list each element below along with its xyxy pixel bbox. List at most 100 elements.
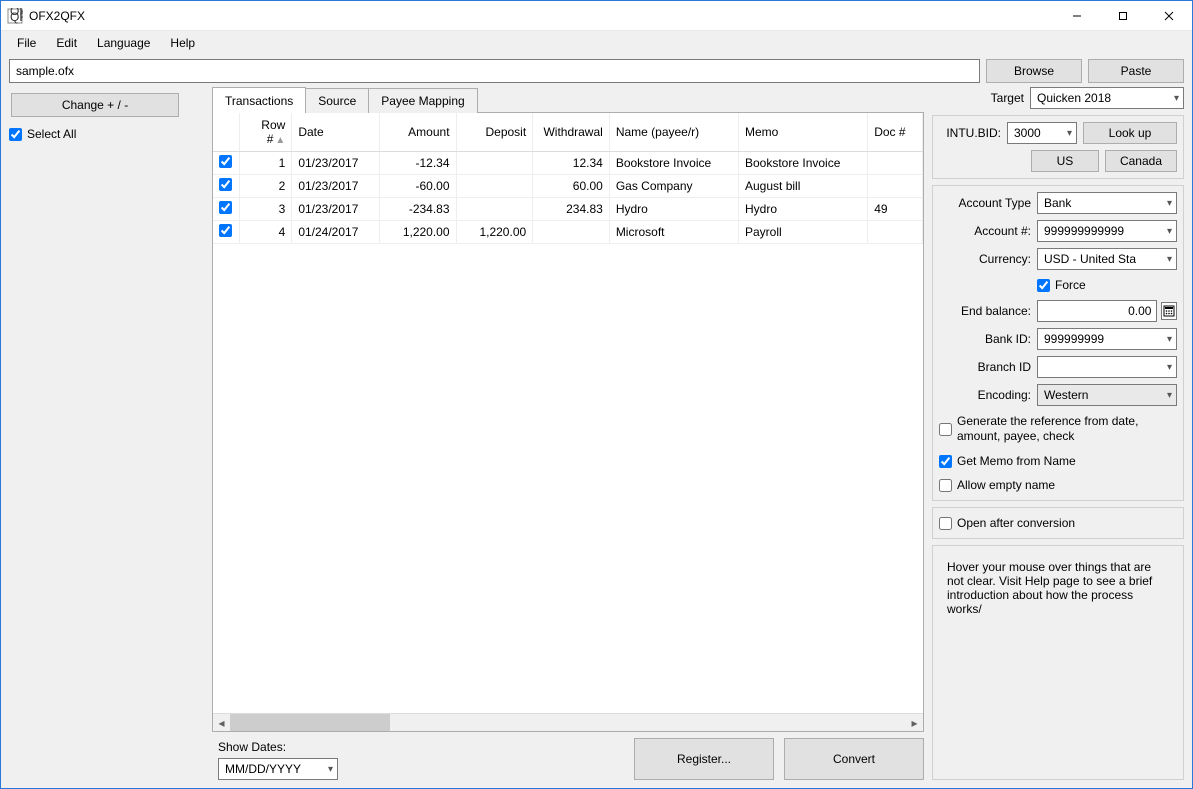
- svg-text:QFX: QFX: [10, 10, 23, 24]
- force-label: Force: [1055, 278, 1086, 292]
- cell-date: 01/24/2017: [292, 221, 380, 244]
- open-after-checkbox[interactable]: [939, 517, 952, 530]
- sort-asc-icon: ▲: [275, 135, 285, 146]
- cell-name: Bookstore Invoice: [609, 152, 738, 175]
- table-row[interactable]: 401/24/20171,220.001,220.00MicrosoftPayr…: [213, 221, 923, 244]
- cell-memo: Payroll: [739, 221, 868, 244]
- menu-file[interactable]: File: [7, 33, 46, 53]
- intu-bid-label: INTU.BID:: [939, 126, 1001, 140]
- cell-row: 2: [239, 175, 292, 198]
- browse-button[interactable]: Browse: [986, 59, 1082, 83]
- cell-name: Hydro: [609, 198, 738, 221]
- cell-date: 01/23/2017: [292, 152, 380, 175]
- tab-transactions[interactable]: Transactions: [212, 87, 306, 113]
- scroll-thumb[interactable]: [230, 714, 390, 731]
- get-memo-checkbox[interactable]: [939, 455, 952, 468]
- calculator-icon[interactable]: [1161, 302, 1177, 320]
- select-all-checkbox[interactable]: [9, 128, 22, 141]
- cell-date: 01/23/2017: [292, 198, 380, 221]
- menubar: File Edit Language Help: [1, 31, 1192, 54]
- account-type-label: Account Type: [939, 196, 1031, 210]
- branch-id-label: Branch ID: [939, 360, 1031, 374]
- row-checkbox[interactable]: [219, 178, 232, 191]
- maximize-button[interactable]: [1100, 1, 1146, 30]
- account-type-combo[interactable]: Bank▾: [1037, 192, 1177, 214]
- col-memo[interactable]: Memo: [739, 113, 868, 152]
- row-checkbox[interactable]: [219, 224, 232, 237]
- chevron-down-icon: ▾: [1167, 334, 1172, 345]
- col-name[interactable]: Name (payee/r): [609, 113, 738, 152]
- account-num-combo[interactable]: 999999999999▾: [1037, 220, 1177, 242]
- end-balance-input[interactable]: [1037, 300, 1157, 322]
- col-amount[interactable]: Amount: [379, 113, 456, 152]
- menu-language[interactable]: Language: [87, 33, 160, 53]
- col-date[interactable]: Date: [292, 113, 380, 152]
- chevron-down-icon: ▾: [328, 764, 333, 775]
- scroll-left-icon[interactable]: ◂: [213, 714, 230, 731]
- us-button[interactable]: US: [1031, 150, 1099, 172]
- convert-button[interactable]: Convert: [784, 738, 924, 780]
- currency-label: Currency:: [939, 252, 1031, 266]
- force-checkbox[interactable]: [1037, 279, 1050, 292]
- titlebar: OFXQFX OFX2QFX: [1, 1, 1192, 31]
- menu-edit[interactable]: Edit: [46, 33, 87, 53]
- cell-withdrawal: 60.00: [533, 175, 610, 198]
- register-button[interactable]: Register...: [634, 738, 774, 780]
- col-withdrawal[interactable]: Withdrawal: [533, 113, 610, 152]
- cell-memo: Hydro: [739, 198, 868, 221]
- chevron-down-icon: ▾: [1167, 198, 1172, 209]
- transactions-table: Row #▲ Date Amount Deposit Withdrawal Na…: [213, 113, 923, 244]
- row-checkbox[interactable]: [219, 201, 232, 214]
- lookup-button[interactable]: Look up: [1083, 122, 1177, 144]
- intu-panel: INTU.BID: 3000▾ Look up US Canada: [932, 115, 1184, 179]
- close-button[interactable]: [1146, 1, 1192, 30]
- cell-doc: [868, 221, 923, 244]
- change-sign-button[interactable]: Change + / -: [11, 93, 179, 117]
- col-row[interactable]: Row #▲: [239, 113, 292, 152]
- paste-button[interactable]: Paste: [1088, 59, 1184, 83]
- table-row[interactable]: 101/23/2017-12.3412.34Bookstore InvoiceB…: [213, 152, 923, 175]
- minimize-button[interactable]: [1054, 1, 1100, 30]
- scroll-right-icon[interactable]: ▸: [906, 714, 923, 731]
- gen-ref-checkbox[interactable]: [939, 423, 952, 436]
- cell-withdrawal: 234.83: [533, 198, 610, 221]
- open-after-panel: Open after conversion: [932, 507, 1184, 539]
- cell-memo: Bookstore Invoice: [739, 152, 868, 175]
- cell-deposit: [456, 175, 533, 198]
- currency-combo[interactable]: USD - United Sta▾: [1037, 248, 1177, 270]
- menu-help[interactable]: Help: [160, 33, 205, 53]
- chevron-down-icon: ▾: [1067, 128, 1072, 139]
- tabs: Transactions Source Payee Mapping: [212, 87, 924, 113]
- tab-payee-mapping[interactable]: Payee Mapping: [368, 88, 477, 113]
- col-check[interactable]: [213, 113, 239, 152]
- cell-doc: 49: [868, 198, 923, 221]
- branch-id-combo[interactable]: ▾: [1037, 356, 1177, 378]
- col-deposit[interactable]: Deposit: [456, 113, 533, 152]
- canada-button[interactable]: Canada: [1105, 150, 1177, 172]
- row-checkbox[interactable]: [219, 155, 232, 168]
- encoding-combo[interactable]: Western▾: [1037, 384, 1177, 406]
- bank-id-combo[interactable]: 999999999▾: [1037, 328, 1177, 350]
- target-combo[interactable]: Quicken 2018▾: [1030, 87, 1184, 109]
- bank-id-label: Bank ID:: [939, 332, 1031, 346]
- col-doc[interactable]: Doc #: [868, 113, 923, 152]
- intu-bid-combo[interactable]: 3000▾: [1007, 122, 1077, 144]
- table-row[interactable]: 301/23/2017-234.83234.83HydroHydro49: [213, 198, 923, 221]
- cell-amount: 1,220.00: [379, 221, 456, 244]
- table-row[interactable]: 201/23/2017-60.0060.00Gas CompanyAugust …: [213, 175, 923, 198]
- show-dates-label: Show Dates:: [218, 740, 338, 754]
- encoding-label: Encoding:: [939, 388, 1031, 402]
- get-memo-label: Get Memo from Name: [957, 454, 1076, 468]
- tab-content: Row #▲ Date Amount Deposit Withdrawal Na…: [212, 112, 924, 732]
- cell-deposit: [456, 152, 533, 175]
- center-pane: Transactions Source Payee Mapping Row #▲…: [212, 87, 924, 780]
- show-dates-combo[interactable]: MM/DD/YYYY ▾: [218, 758, 338, 780]
- cell-withdrawal: 12.34: [533, 152, 610, 175]
- horizontal-scrollbar[interactable]: ◂ ▸: [213, 713, 923, 731]
- allow-empty-checkbox[interactable]: [939, 479, 952, 492]
- file-path-input[interactable]: [9, 59, 980, 83]
- allow-empty-label: Allow empty name: [957, 478, 1055, 492]
- file-row: Browse Paste: [1, 54, 1192, 87]
- gen-ref-label: Generate the reference from date, amount…: [957, 414, 1177, 444]
- tab-source[interactable]: Source: [305, 88, 369, 113]
